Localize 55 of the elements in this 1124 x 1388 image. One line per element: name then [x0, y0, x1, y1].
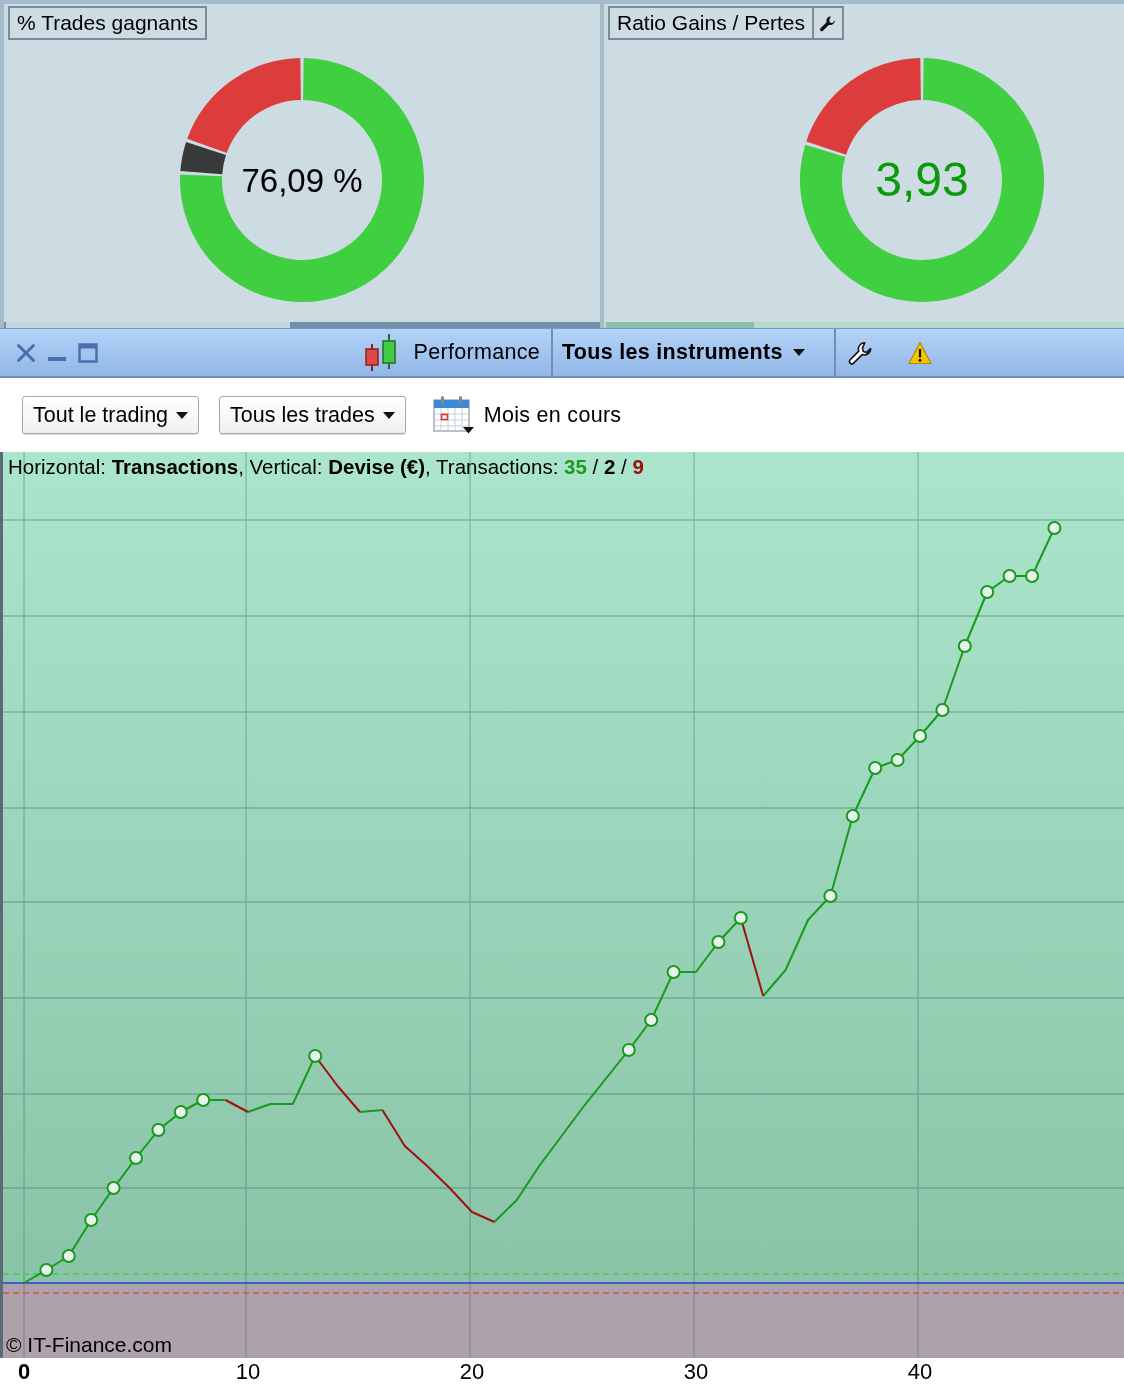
panel-title: % Trades gagnants [8, 6, 207, 40]
period-button[interactable]: Mois en cours [432, 395, 622, 435]
caret-icon [176, 411, 189, 419]
data-point [980, 585, 995, 599]
data-point [621, 1043, 636, 1057]
data-point [823, 889, 838, 903]
copyright-text: © IT-Finance.com [6, 1332, 173, 1358]
data-point [666, 965, 681, 979]
panel-title: Ratio Gains / Pertes [608, 6, 814, 40]
data-point [84, 1213, 99, 1227]
candlestick-icon [363, 332, 398, 373]
data-point [644, 1013, 659, 1027]
data-point [1002, 569, 1017, 583]
data-point [151, 1123, 166, 1137]
axis-label: 40 [907, 1361, 933, 1383]
axis-label: 10 [235, 1361, 261, 1383]
axis-label: 20 [459, 1361, 485, 1383]
axis-label: 30 [683, 1361, 709, 1383]
loss-segment [224, 1099, 249, 1113]
data-point [1047, 521, 1062, 535]
data-point [106, 1181, 121, 1195]
instrument-dropdown[interactable]: Tous les instruments [553, 336, 805, 369]
calendar-icon [432, 395, 475, 435]
data-point [957, 639, 972, 653]
window-title: Performance [413, 339, 540, 367]
data-point [913, 729, 927, 743]
data-point [1025, 569, 1039, 583]
chart-caption: Horizontal: Transactions, Vertical: Devise (€), Transactions: 35 / 2 / 9 [8, 454, 644, 480]
data-point [711, 935, 726, 949]
data-point [61, 1249, 76, 1263]
data-point [868, 761, 883, 775]
maximize-icon[interactable] [78, 342, 98, 363]
caret-icon [382, 411, 395, 419]
data-point [129, 1151, 143, 1165]
wrench-icon[interactable] [848, 340, 872, 365]
caret-icon [792, 349, 805, 356]
axis-label: 0 [17, 1361, 31, 1383]
data-point [39, 1263, 54, 1277]
data-point [196, 1093, 211, 1107]
data-point [733, 911, 748, 925]
settings-button[interactable] [813, 6, 844, 40]
data-point [890, 753, 905, 767]
warning-icon[interactable] [908, 340, 932, 365]
donut-value: 3,93 [875, 156, 969, 204]
filter-dropdown[interactable]: Tous les trades [219, 396, 406, 434]
data-point [173, 1105, 188, 1119]
close-icon[interactable] [16, 342, 36, 363]
data-point [935, 703, 950, 717]
data-point [308, 1049, 323, 1063]
data-point [845, 809, 860, 823]
scrollbar-thumb[interactable] [6, 322, 290, 328]
filter-dropdown[interactable]: Tout le trading [22, 396, 200, 434]
wrench-icon [819, 14, 837, 32]
donut-value: 76,09 % [241, 163, 363, 197]
scrollbar-thumb[interactable] [606, 322, 754, 328]
